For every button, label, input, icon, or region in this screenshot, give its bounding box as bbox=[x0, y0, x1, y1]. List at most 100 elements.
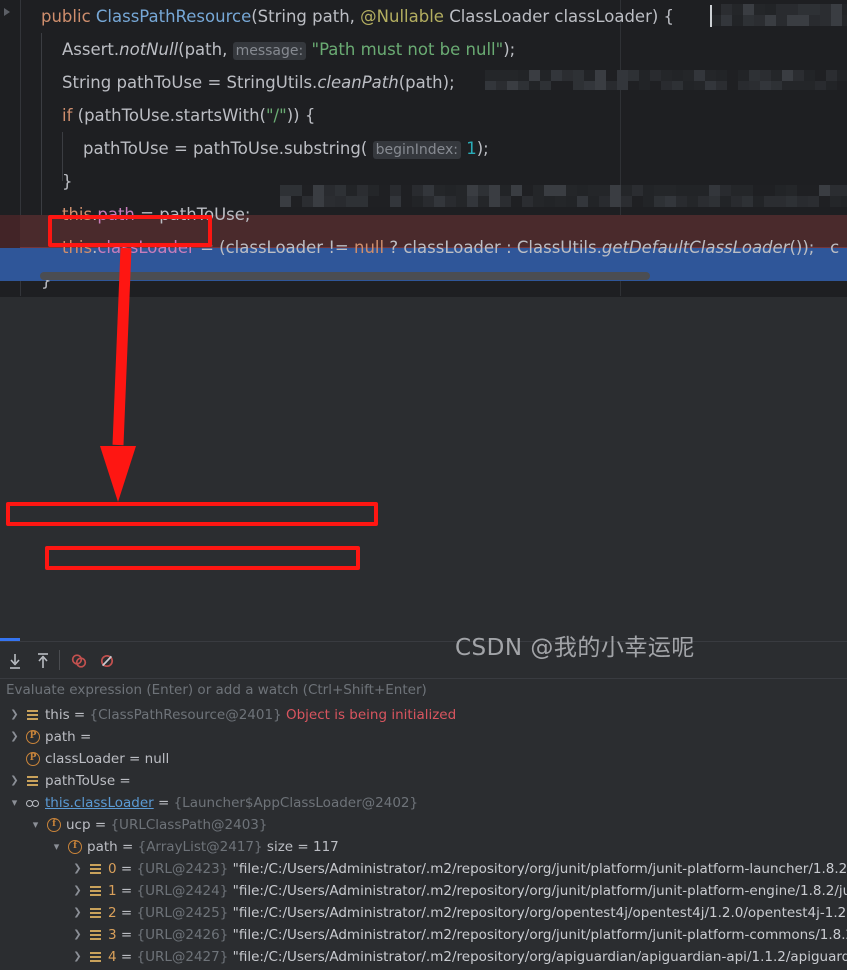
variable-row[interactable]: ❯ 4 = {URL@2427} "file:/C:/Users/Administ… bbox=[0, 946, 847, 968]
code-token: pathToUse = pathToUse.substring( bbox=[83, 139, 373, 158]
variable-type: {URL@2427} bbox=[136, 949, 233, 965]
chevron-right-icon[interactable]: ❯ bbox=[71, 928, 84, 942]
variable-row[interactable]: ❯ 1 = {URL@2424} "file:/C:/Users/Administ… bbox=[0, 880, 847, 902]
code-line[interactable]: if (pathToUse.startsWith("/")) { bbox=[20, 99, 847, 132]
code-token: classLoader bbox=[97, 238, 195, 257]
code-editor[interactable]: public ClassPathResource(String path, @N… bbox=[0, 0, 847, 296]
chevron-down-icon[interactable]: ▾ bbox=[50, 840, 63, 854]
gutter-execution-highlight bbox=[0, 215, 20, 248]
local-variable-icon bbox=[89, 928, 103, 942]
variable-value: Object is being initialized bbox=[285, 707, 457, 723]
mute-breakpoints-icon[interactable] bbox=[68, 650, 90, 672]
variable-name: 4 bbox=[108, 949, 117, 965]
chevron-right-icon[interactable]: ❯ bbox=[71, 906, 84, 920]
local-variable-icon bbox=[26, 708, 40, 722]
variables-tree[interactable]: ❯ this = {ClassPathResource@2401} Object … bbox=[0, 704, 847, 970]
code-token: public bbox=[41, 7, 96, 26]
variable-text: ucp = {URLClassPath@2403} bbox=[66, 817, 267, 833]
variable-name: 3 bbox=[108, 927, 117, 943]
editor-hscrollbar-thumb[interactable] bbox=[40, 272, 650, 280]
variable-row[interactable]: ❯ Ppath = bbox=[0, 726, 847, 748]
editor-hscrollbar-track[interactable] bbox=[20, 272, 847, 288]
variable-name: path bbox=[45, 729, 76, 745]
view-breakpoints-icon[interactable] bbox=[96, 650, 118, 672]
variable-type: {URL@2425} bbox=[136, 905, 233, 921]
variable-row[interactable]: ❯ 3 = {URL@2426} "file:/C:/Users/Administ… bbox=[0, 924, 847, 946]
variable-type: {ArrayList@2417} bbox=[137, 839, 267, 855]
variable-value: "file:/C:/Users/Administrator/.m2/reposi… bbox=[232, 883, 847, 899]
code-token: "/" bbox=[265, 106, 287, 125]
chevron-down-icon[interactable]: ▾ bbox=[29, 818, 42, 832]
code-token: = (classLoader != bbox=[194, 238, 355, 257]
code-token: message: bbox=[232, 42, 307, 60]
debugger-panel: Evaluate expression (Enter) or add a wat… bbox=[0, 296, 847, 970]
step-out-icon[interactable] bbox=[32, 650, 54, 672]
code-line[interactable]: pathToUse = pathToUse.substring( beginIn… bbox=[20, 132, 847, 165]
code-token: ); bbox=[476, 139, 489, 158]
variable-value: "file:/C:/Users/Administrator/.m2/reposi… bbox=[232, 905, 847, 921]
redaction-mosaic bbox=[108, 728, 568, 746]
code-token: if bbox=[62, 106, 73, 125]
evaluate-expression-placeholder: Evaluate expression (Enter) or add a wat… bbox=[6, 682, 427, 698]
variable-row[interactable]: ▾ f ucp = {URLClassPath@2403} bbox=[0, 814, 847, 836]
variable-text: this = {ClassPathResource@2401} Object i… bbox=[45, 707, 456, 723]
debugger-toolbar[interactable] bbox=[0, 642, 847, 678]
variable-text: path = {ArrayList@2417} size = 117 bbox=[87, 839, 339, 855]
variable-row[interactable]: ❯ pathToUse = bbox=[0, 770, 847, 792]
code-token: = pathToUse; bbox=[134, 205, 251, 224]
variable-value: size = 117 bbox=[266, 839, 339, 855]
variable-row[interactable]: ❯ 2 = {URL@2425} "file:/C:/Users/Administ… bbox=[0, 902, 847, 924]
chevron-right-icon[interactable]: ❯ bbox=[71, 884, 84, 898]
variable-type: {URLClassPath@2403} bbox=[110, 817, 268, 833]
gutter-fold-marker[interactable] bbox=[4, 8, 10, 16]
variable-name: 0 bbox=[108, 861, 117, 877]
code-token: )) { bbox=[286, 106, 316, 125]
variable-name: ucp bbox=[66, 817, 91, 833]
code-text-area[interactable]: public ClassPathResource(String path, @N… bbox=[20, 0, 847, 296]
variable-equals: = bbox=[116, 927, 137, 943]
chevron-right-icon[interactable]: ❯ bbox=[8, 708, 21, 722]
code-line[interactable]: String pathToUse = StringUtils.cleanPath… bbox=[20, 66, 847, 99]
variable-name: this.classLoader bbox=[45, 795, 154, 811]
variable-value: "file:/C:/Users/Administrator/.m2/reposi… bbox=[232, 927, 847, 943]
code-line[interactable]: public ClassPathResource(String path, @N… bbox=[20, 0, 847, 33]
variable-equals: = bbox=[75, 729, 92, 745]
watch-expression-icon bbox=[26, 798, 40, 812]
local-variable-icon bbox=[89, 950, 103, 964]
chevron-right-icon[interactable]: ❯ bbox=[8, 730, 21, 744]
variable-text: path = bbox=[45, 729, 91, 745]
variable-row[interactable]: ▾ f path = {ArrayList@2417} size = 117 bbox=[0, 836, 847, 858]
gutter-selection-highlight bbox=[0, 248, 20, 281]
variable-value: null bbox=[144, 751, 170, 767]
chevron-right-icon[interactable]: ❯ bbox=[71, 950, 84, 964]
evaluate-expression-input[interactable]: Evaluate expression (Enter) or add a wat… bbox=[0, 678, 847, 705]
local-variable-icon bbox=[26, 774, 40, 788]
code-token: (path); bbox=[398, 73, 455, 92]
field-icon: f bbox=[47, 818, 61, 832]
code-token: ()); c bbox=[789, 238, 840, 257]
parameter-icon: P bbox=[26, 752, 40, 766]
variable-equals: = bbox=[69, 707, 90, 723]
code-line[interactable]: this.classLoader = (classLoader != null … bbox=[20, 231, 847, 264]
chevron-down-icon[interactable]: ▾ bbox=[8, 796, 21, 810]
chevron-right-icon[interactable]: ❯ bbox=[71, 862, 84, 876]
code-line[interactable]: this.path = pathToUse; bbox=[20, 198, 847, 231]
variable-row[interactable]: PclassLoader = null bbox=[0, 748, 847, 770]
chevron-right-icon[interactable]: ❯ bbox=[8, 774, 21, 788]
code-token: @Nullable bbox=[360, 7, 444, 26]
variable-equals: = bbox=[153, 795, 174, 811]
local-variable-icon bbox=[89, 862, 103, 876]
variable-type: {Launcher$AppClassLoader@2402} bbox=[173, 795, 419, 811]
code-line[interactable]: Assert.notNull(path, message: "Path must… bbox=[20, 33, 847, 66]
variable-text: 4 = {URL@2427} "file:/C:/Users/Administr… bbox=[108, 949, 847, 965]
code-line[interactable]: } bbox=[20, 165, 847, 198]
code-token: ? classLoader : ClassUtils. bbox=[384, 238, 602, 257]
code-token: (String path, bbox=[251, 7, 361, 26]
panel-splitter[interactable] bbox=[0, 296, 847, 297]
variable-text: 2 = {URL@2425} "file:/C:/Users/Administr… bbox=[108, 905, 847, 921]
variable-row[interactable]: ▾ this.classLoader = {Launcher$AppClassLo… bbox=[0, 792, 847, 814]
variable-row[interactable]: ❯ 0 = {URL@2423} "file:/C:/Users/Administ… bbox=[0, 858, 847, 880]
variable-row[interactable]: ❯ this = {ClassPathResource@2401} Object … bbox=[0, 704, 847, 726]
code-token: Assert. bbox=[62, 40, 120, 59]
step-into-icon[interactable] bbox=[4, 650, 26, 672]
